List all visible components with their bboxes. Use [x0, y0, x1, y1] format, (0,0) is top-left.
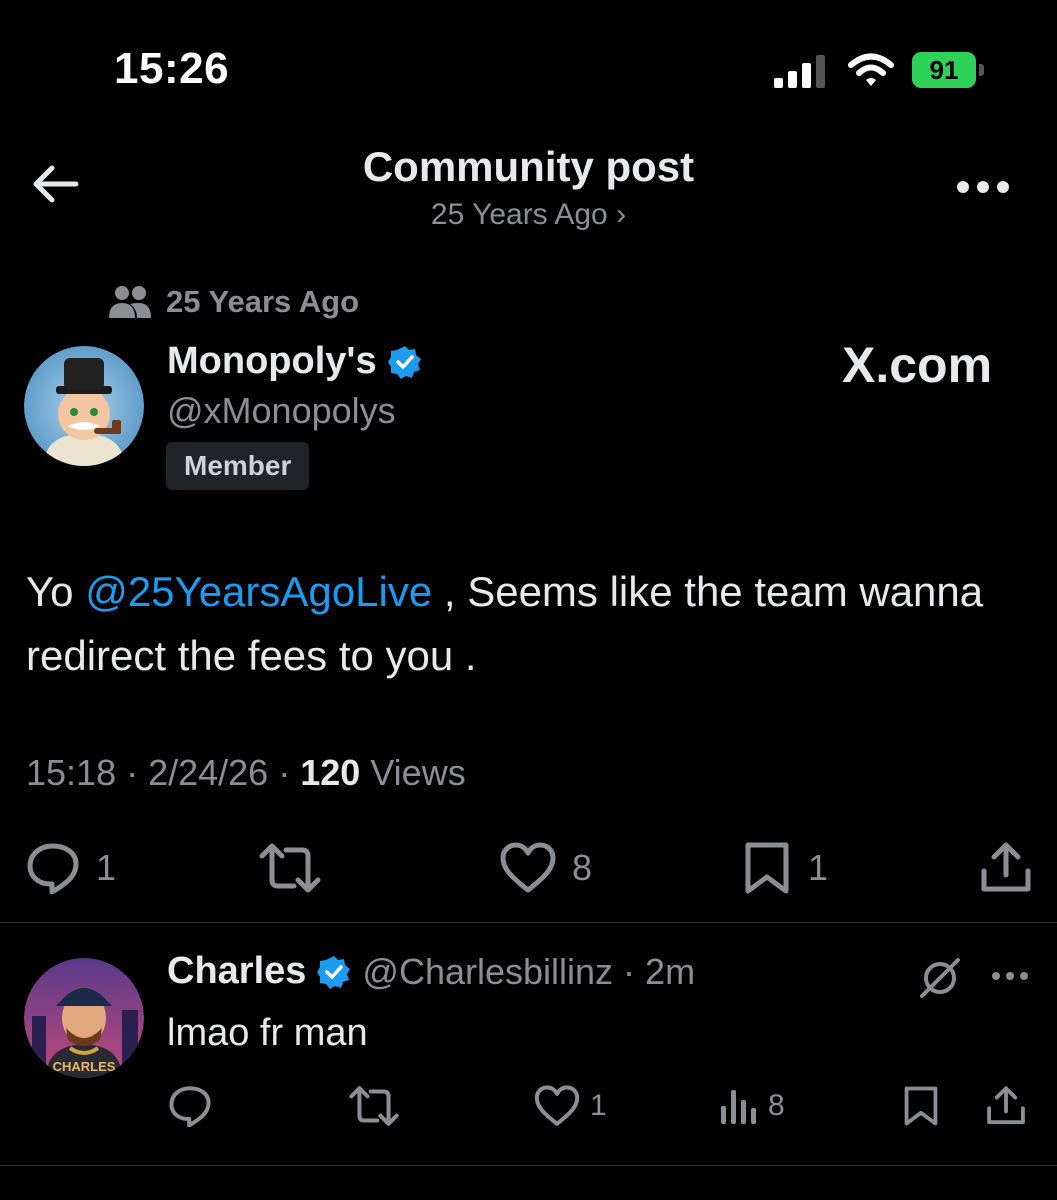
community-link[interactable]: 25 Years Ago › — [0, 198, 1057, 232]
battery-level: 91 — [912, 52, 976, 88]
repost-icon — [259, 843, 321, 893]
community-label[interactable]: 25 Years Ago — [108, 282, 359, 322]
signal-icon — [774, 55, 825, 88]
bookmark-icon — [904, 1086, 938, 1126]
heart-icon — [534, 1085, 580, 1126]
post-date: 2/24/26 — [148, 752, 269, 793]
reply-author-handle[interactable]: @Charlesbillinz — [362, 951, 613, 992]
community-icon — [109, 286, 151, 318]
page-title: Community post — [362, 143, 695, 190]
reply-share-button[interactable] — [986, 1084, 1026, 1128]
reply-age: 2m — [645, 950, 696, 992]
reply-like-button[interactable]: 1 — [534, 1084, 607, 1128]
reply-icon — [169, 1086, 211, 1127]
author-handle[interactable]: @xMonopolys — [167, 390, 396, 432]
author-name[interactable]: Monopoly's — [167, 340, 377, 383]
share-icon — [987, 1086, 1025, 1125]
views-count: 120 — [300, 752, 361, 793]
share-button[interactable] — [980, 838, 1032, 898]
share-icon — [981, 842, 1031, 892]
post-actions: 1 8 1 — [0, 838, 1057, 898]
member-badge: Member — [166, 442, 310, 490]
status-time: 15:26 — [114, 44, 230, 93]
reply-bookmark-button[interactable] — [902, 1084, 940, 1128]
reply-author-name[interactable]: Charles — [167, 950, 306, 993]
like-count: 8 — [572, 847, 593, 888]
reply-icon — [27, 843, 79, 894]
community-name: 25 Years Ago — [166, 284, 360, 319]
reply-views-count: 8 — [768, 1089, 785, 1122]
reply-text: lmao fr man — [167, 1012, 368, 1054]
bookmark-count: 1 — [808, 847, 829, 888]
avatar-label: CHARLES — [53, 1059, 116, 1074]
views-label: Views — [370, 752, 466, 793]
post-text-prefix: Yo — [26, 568, 86, 615]
repost-icon — [349, 1086, 399, 1126]
reply-repost-button[interactable] — [348, 1084, 400, 1128]
reply-count: 1 — [96, 847, 117, 888]
reply-views-button[interactable]: 8 — [718, 1084, 785, 1128]
bookmark-button[interactable]: 1 — [742, 838, 828, 898]
reply-avatar[interactable]: CHARLES — [24, 958, 144, 1078]
reply-like-count: 1 — [590, 1089, 607, 1122]
bookmark-icon — [745, 842, 789, 894]
reply-more-icon[interactable] — [990, 970, 1030, 982]
views-icon — [721, 1090, 756, 1124]
reply-actions: 1 8 — [0, 1084, 1057, 1128]
author-name-row[interactable]: Monopoly's — [167, 340, 423, 383]
divider — [0, 922, 1057, 923]
reply-header: Charles @Charlesbillinz · 2m — [167, 950, 696, 993]
avatar[interactable] — [24, 346, 144, 466]
mention-link[interactable]: @25YearsAgoLive — [85, 568, 432, 615]
reply-reply-button[interactable] — [168, 1084, 212, 1128]
repost-button[interactable] — [258, 838, 322, 898]
battery-icon: 91 — [912, 52, 988, 88]
wifi-icon — [848, 53, 894, 86]
like-button[interactable]: 8 — [500, 838, 592, 898]
grok-icon[interactable] — [918, 956, 962, 1000]
reply-button[interactable]: 1 — [26, 838, 116, 898]
post-text: Yo @25YearsAgoLive , Seems like the team… — [26, 560, 1026, 688]
more-options-icon[interactable] — [955, 178, 1011, 196]
post-time: 15:18 — [26, 752, 117, 793]
post-meta: 15:18 · 2/24/26 · 120 Views — [26, 752, 466, 793]
verified-badge-icon — [317, 955, 351, 989]
heart-icon — [500, 842, 556, 893]
divider — [0, 1165, 1057, 1166]
verified-badge-icon — [387, 345, 421, 379]
brand-label: X.com — [842, 337, 993, 393]
